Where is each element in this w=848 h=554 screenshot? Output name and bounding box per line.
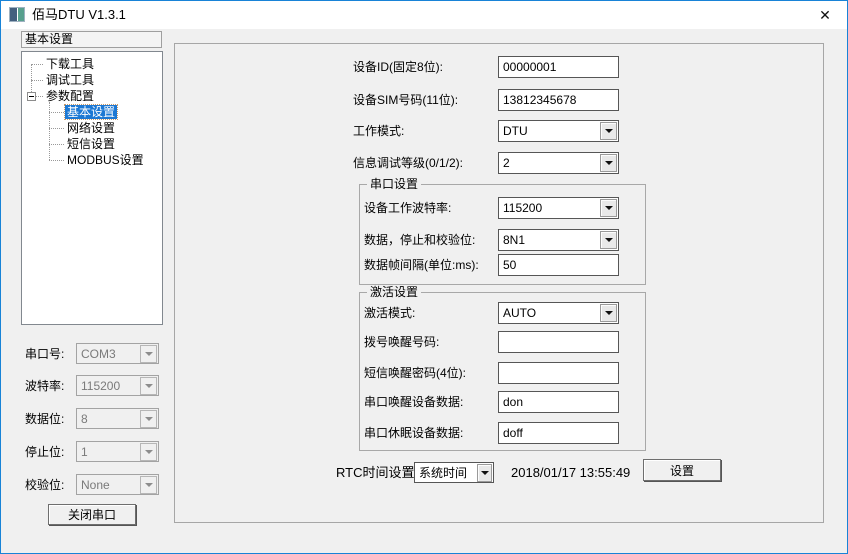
device-id-input[interactable]: [498, 56, 619, 78]
port-label: 数据位:: [25, 408, 64, 430]
nav-tree[interactable]: 下载工具 调试工具 参数配置 基本设置 网络设置 短信设置 MODBUS设置: [21, 51, 163, 325]
port-label: 串口号:: [25, 343, 64, 365]
rtc-source-combo[interactable]: 系统时间: [414, 462, 494, 483]
sidebar-header: 基本设置: [21, 31, 162, 48]
tree-item-modbus-settings[interactable]: MODBUS设置: [65, 152, 146, 168]
com-port-value: COM3: [77, 347, 140, 361]
tree-item-param-config[interactable]: 参数配置: [44, 88, 96, 104]
tree-connector: [49, 128, 64, 129]
tree-item-label: 参数配置: [44, 89, 96, 103]
tree-item-label: 网络设置: [65, 121, 117, 135]
port-label: 停止位:: [25, 441, 64, 463]
title-bar[interactable]: 佰马DTU V1.3.1 ✕: [1, 1, 847, 29]
activation-group-title: 激活设置: [367, 285, 421, 299]
baudrate-combo[interactable]: 115200: [76, 375, 159, 396]
work-mode-combo[interactable]: DTU: [498, 120, 619, 142]
databits-combo[interactable]: 8: [76, 408, 159, 429]
parity-value: None: [77, 478, 140, 492]
debug-level-value: 2: [499, 156, 600, 170]
close-serial-button[interactable]: 关闭串口: [48, 504, 136, 525]
databits-value: 8: [77, 412, 140, 426]
serial-sleep-data-input[interactable]: [498, 422, 619, 444]
serial-wake-data-label: 串口唤醒设备数据:: [364, 391, 463, 413]
dial-wake-label: 拨号唤醒号码:: [364, 331, 439, 353]
sms-wake-password-input[interactable]: [498, 362, 619, 384]
tree-item-network-settings[interactable]: 网络设置: [65, 120, 117, 136]
chevron-down-icon[interactable]: [140, 476, 157, 494]
baudrate-value: 115200: [77, 379, 140, 393]
tree-item-label: 下载工具: [44, 57, 96, 71]
serial-sleep-data-label: 串口休眠设备数据:: [364, 422, 463, 444]
port-label: 校验位:: [25, 474, 64, 496]
chevron-down-icon[interactable]: [140, 377, 157, 395]
chevron-down-icon[interactable]: [600, 154, 617, 172]
collapse-icon[interactable]: [27, 92, 36, 101]
frame-format-combo[interactable]: 8N1: [498, 229, 619, 251]
frame-interval-label: 数据帧间隔(单位:ms):: [364, 254, 479, 276]
stopbits-value: 1: [77, 445, 140, 459]
sim-number-label: 设备SIM号码(11位):: [353, 89, 458, 111]
tree-item-label: 短信设置: [65, 137, 117, 151]
frame-format-value: 8N1: [499, 233, 600, 247]
rtc-label: RTC时间设置:: [336, 462, 418, 484]
work-mode-value: DTU: [499, 124, 600, 138]
activation-mode-combo[interactable]: AUTO: [498, 302, 619, 324]
chevron-down-icon[interactable]: [600, 199, 617, 217]
port-label: 波特率:: [25, 375, 64, 397]
window-title: 佰马DTU V1.3.1: [32, 1, 126, 29]
tree-item-label: 调试工具: [44, 73, 96, 87]
tree-item-debug-tools[interactable]: 调试工具: [44, 72, 96, 88]
dial-wake-input[interactable]: [498, 331, 619, 353]
chevron-down-icon[interactable]: [600, 231, 617, 249]
rtc-datetime: 2018/01/17 13:55:49: [511, 462, 630, 484]
close-icon[interactable]: ✕: [814, 1, 836, 29]
set-button[interactable]: 设置: [643, 459, 721, 481]
tree-connector: [31, 80, 43, 81]
tree-item-download-tools[interactable]: 下载工具: [44, 56, 96, 72]
tree-connector: [49, 102, 50, 160]
activation-mode-label: 激活模式:: [364, 302, 415, 324]
tree-connector: [49, 160, 64, 161]
app-icon: [9, 7, 25, 22]
device-id-label: 设备ID(固定8位):: [353, 56, 443, 78]
debug-level-combo[interactable]: 2: [498, 152, 619, 174]
frame-interval-input[interactable]: [498, 254, 619, 276]
serial-wake-data-input[interactable]: [498, 391, 619, 413]
sms-wake-password-label: 短信唤醒密码(4位):: [364, 362, 466, 384]
frame-format-label: 数据，停止和校验位:: [364, 229, 475, 251]
device-baudrate-value: 115200: [499, 201, 600, 215]
tree-connector: [36, 96, 43, 97]
debug-level-label: 信息调试等级(0/1/2):: [353, 152, 463, 174]
tree-connector: [49, 144, 64, 145]
tree-connector: [49, 112, 64, 113]
device-baudrate-label: 设备工作波特率:: [364, 197, 451, 219]
tree-item-label-selected: 基本设置: [65, 105, 117, 119]
chevron-down-icon[interactable]: [140, 345, 157, 363]
app-window: 佰马DTU V1.3.1 ✕ 基本设置 下载工具 调试工具 参数配置 基本设置 …: [0, 0, 848, 554]
parity-combo[interactable]: None: [76, 474, 159, 495]
rtc-source-value: 系统时间: [415, 464, 477, 481]
chevron-down-icon[interactable]: [140, 443, 157, 461]
chevron-down-icon[interactable]: [140, 410, 157, 428]
chevron-down-icon[interactable]: [600, 122, 617, 140]
com-port-combo[interactable]: COM3: [76, 343, 159, 364]
work-mode-label: 工作模式:: [353, 120, 404, 142]
tree-item-label: MODBUS设置: [65, 153, 146, 167]
tree-item-basic-settings[interactable]: 基本设置: [65, 104, 117, 120]
serial-group-title: 串口设置: [367, 177, 421, 191]
tree-connector: [31, 64, 43, 65]
chevron-down-icon[interactable]: [600, 304, 617, 322]
device-baudrate-combo[interactable]: 115200: [498, 197, 619, 219]
activation-mode-value: AUTO: [499, 306, 600, 320]
sim-number-input[interactable]: [498, 89, 619, 111]
chevron-down-icon[interactable]: [477, 464, 492, 482]
stopbits-combo[interactable]: 1: [76, 441, 159, 462]
tree-item-sms-settings[interactable]: 短信设置: [65, 136, 117, 152]
